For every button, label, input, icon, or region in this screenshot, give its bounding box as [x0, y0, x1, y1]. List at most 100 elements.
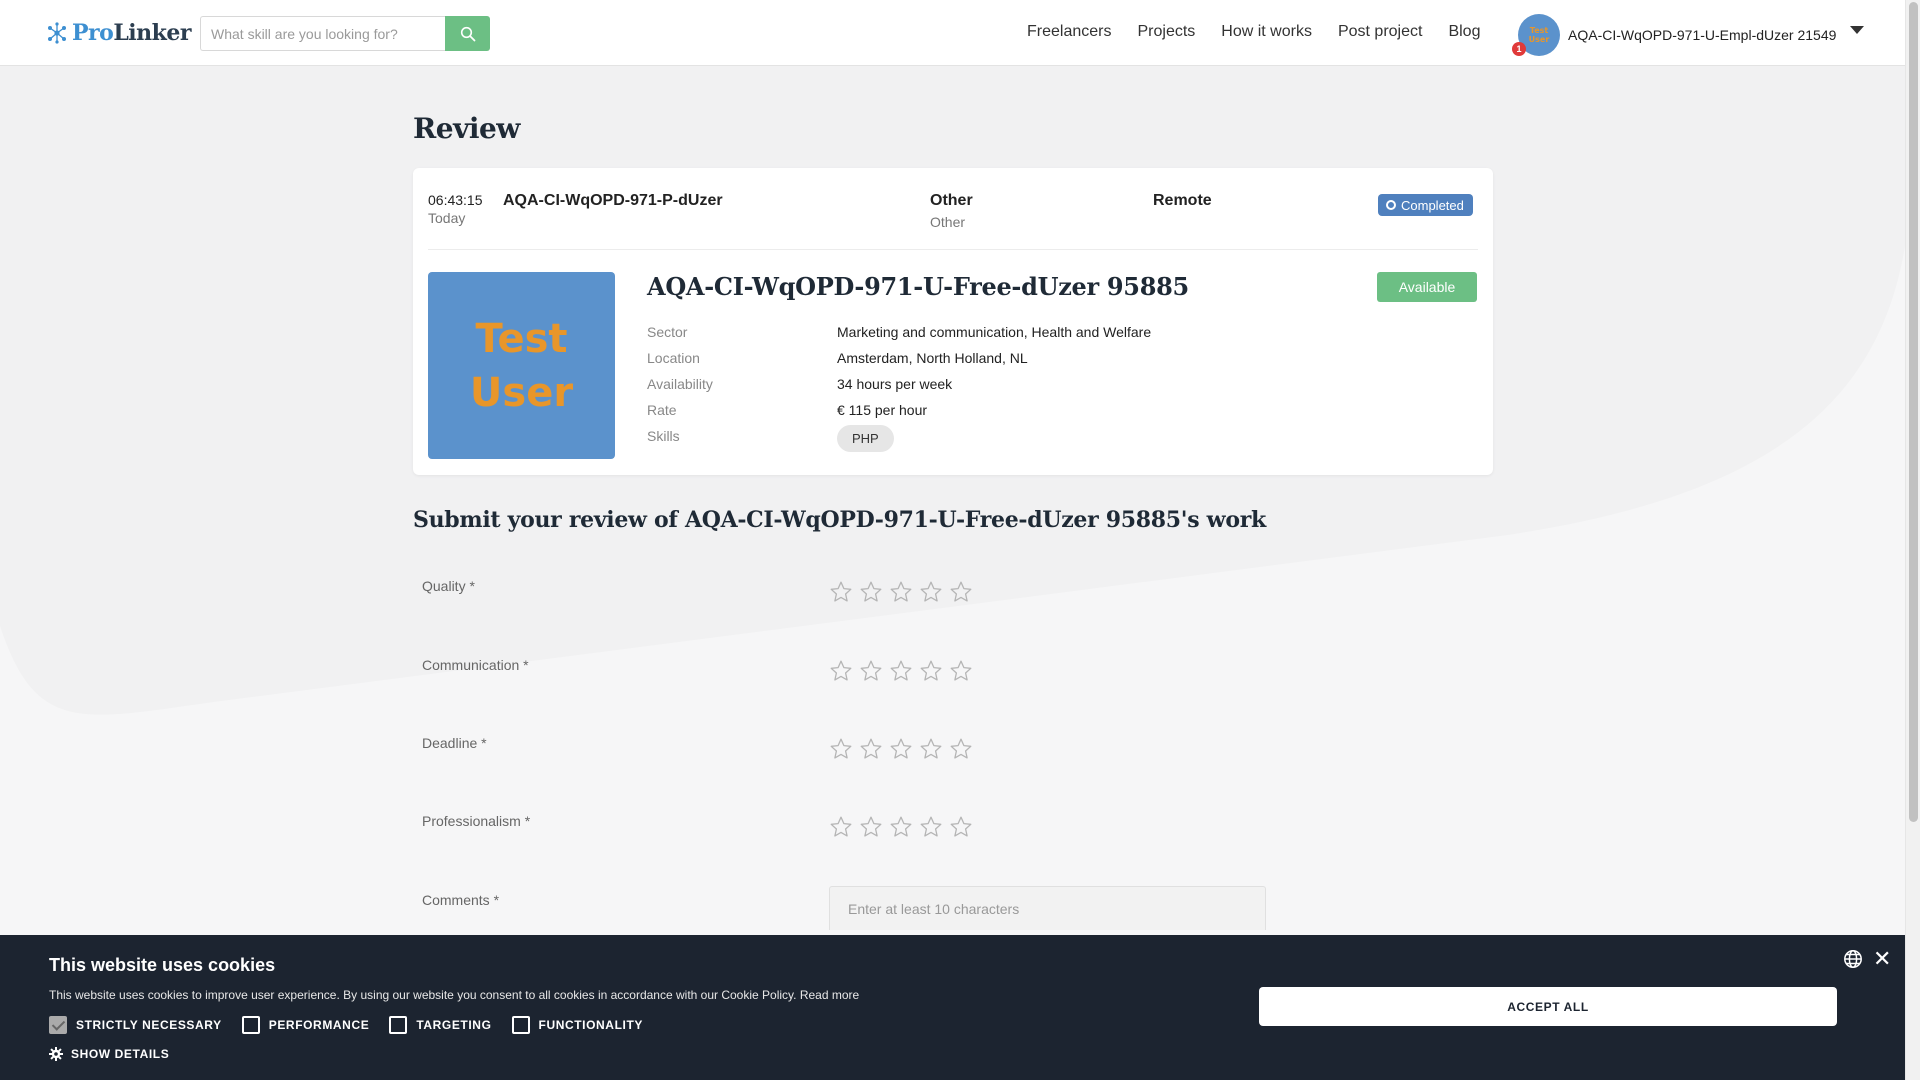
cookie-description: This website uses cookies to improve use…	[49, 988, 797, 1002]
skill-search-input[interactable]	[200, 16, 445, 51]
show-details-label: SHOW DETAILS	[71, 1047, 170, 1061]
skills-list: PHP	[837, 425, 894, 452]
cookie-option-performance[interactable]: PERFORMANCE	[241, 1016, 370, 1034]
star-icon[interactable]	[919, 815, 943, 839]
rating-communication: Communication *	[422, 657, 1322, 687]
avatar-line-1: Test	[475, 315, 568, 362]
star-icon[interactable]	[949, 659, 973, 683]
project-row: 06:43:15 Today AQA-CI-WqOPD-971-P-dUzer …	[428, 192, 1478, 250]
rating-label: Quality *	[422, 578, 475, 594]
star-icon[interactable]	[829, 580, 853, 604]
show-details-toggle[interactable]: SHOW DETAILS	[49, 1047, 169, 1061]
star-icon[interactable]	[859, 815, 883, 839]
checkbox-checked[interactable]	[49, 1016, 67, 1034]
detail-label: Rate	[647, 402, 677, 418]
star-rating[interactable]	[829, 737, 973, 761]
skill-tag: PHP	[837, 425, 894, 452]
star-rating[interactable]	[829, 580, 973, 604]
logo-text-pro: Pro	[72, 20, 114, 46]
comments-row: Comments *	[422, 886, 1322, 930]
star-icon[interactable]	[859, 737, 883, 761]
search-icon	[460, 26, 475, 41]
freelancer-avatar-text: Test User	[470, 312, 573, 420]
cookie-option-targeting[interactable]: TARGETING	[389, 1016, 491, 1034]
project-category: Other	[930, 192, 973, 209]
project-card: 06:43:15 Today AQA-CI-WqOPD-971-P-dUzer …	[413, 168, 1493, 475]
globe-icon[interactable]	[1843, 949, 1863, 969]
nav-how-it-works[interactable]: How it works	[1221, 23, 1312, 41]
freelancer-name[interactable]: AQA-CI-WqOPD-971-U-Free-dUzer 95885	[647, 272, 1189, 301]
user-avatar-text: Test User	[1528, 26, 1550, 44]
detail-value: 34 hours per week	[837, 376, 953, 392]
comments-input[interactable]	[829, 886, 1266, 930]
star-icon[interactable]	[949, 580, 973, 604]
comments-label: Comments *	[422, 892, 500, 908]
star-icon[interactable]	[889, 815, 913, 839]
gear-icon	[49, 1047, 63, 1061]
cookie-option-functionality[interactable]: FUNCTIONALITY	[511, 1016, 643, 1034]
project-day: Today	[428, 210, 466, 226]
cookie-text: This website uses cookies to improve use…	[49, 988, 859, 1002]
rating-label: Professionalism *	[422, 813, 531, 829]
chevron-down-icon[interactable]	[1850, 26, 1865, 34]
star-icon[interactable]	[889, 737, 913, 761]
availability-badge: Available	[1377, 272, 1477, 302]
rating-professionalism: Professionalism *	[422, 813, 1322, 843]
cookie-option-strictly-necessary[interactable]: STRICTLY NECESSARY	[49, 1016, 222, 1034]
project-subcategory: Other	[930, 214, 966, 230]
checkbox[interactable]	[241, 1016, 260, 1034]
main-nav: Freelancers Projects How it works Post p…	[1027, 23, 1506, 41]
cookie-banner: This website uses cookies This website u…	[0, 935, 1905, 1080]
user-name[interactable]: AQA-CI-WqOPD-971-U-Empl-dUzer 21549	[1568, 27, 1836, 43]
freelancer-avatar[interactable]: Test User	[428, 272, 615, 459]
star-icon[interactable]	[889, 659, 913, 683]
star-icon[interactable]	[919, 659, 943, 683]
nav-blog[interactable]: Blog	[1448, 23, 1480, 41]
prolinker-logo[interactable]: ProLinker	[46, 20, 191, 46]
status-badge-label: Completed	[1401, 197, 1464, 213]
user-menu[interactable]: Test User 1 AQA-CI-WqOPD-971-U-Empl-dUze…	[1512, 14, 1865, 56]
cookie-title: This website uses cookies	[49, 955, 276, 975]
user-avatar[interactable]: Test User 1	[1512, 14, 1560, 56]
accept-all-button[interactable]: ACCEPT ALL	[1259, 987, 1837, 1026]
detail-label: Sector	[647, 324, 688, 340]
cookie-option-label: PERFORMANCE	[268, 1018, 370, 1032]
checkbox[interactable]	[511, 1016, 530, 1034]
cookie-option-label: TARGETING	[416, 1018, 492, 1032]
nav-post-project[interactable]: Post project	[1338, 23, 1422, 41]
star-icon[interactable]	[949, 737, 973, 761]
status-badge: Completed	[1378, 194, 1473, 216]
scrollbar-thumb[interactable]	[1909, 2, 1918, 822]
close-icon[interactable]: ✕	[1873, 946, 1891, 972]
star-icon[interactable]	[919, 737, 943, 761]
page-title: Review	[413, 112, 520, 145]
review-title: Submit your review of AQA-CI-WqOPD-971-U…	[413, 507, 1266, 533]
cookie-read-more-link[interactable]: Read more	[800, 988, 859, 1002]
search-button[interactable]	[445, 16, 490, 51]
star-icon[interactable]	[889, 580, 913, 604]
status-circle-icon	[1386, 200, 1396, 210]
star-rating[interactable]	[829, 815, 973, 839]
nav-projects[interactable]: Projects	[1137, 23, 1195, 41]
notification-badge[interactable]: 1	[1512, 42, 1526, 56]
page-scrollbar[interactable]	[1905, 0, 1920, 1080]
star-icon[interactable]	[859, 659, 883, 683]
star-icon[interactable]	[919, 580, 943, 604]
project-name[interactable]: AQA-CI-WqOPD-971-P-dUzer	[503, 192, 723, 210]
nav-freelancers[interactable]: Freelancers	[1027, 23, 1111, 41]
detail-label: Location	[647, 350, 700, 366]
star-rating[interactable]	[829, 659, 973, 683]
detail-value: € 115 per hour	[837, 402, 928, 418]
logo-network-icon	[48, 22, 66, 44]
star-icon[interactable]	[859, 580, 883, 604]
detail-label: Availability	[647, 376, 713, 392]
star-icon[interactable]	[829, 737, 853, 761]
star-icon[interactable]	[829, 659, 853, 683]
cookie-option-label: STRICTLY NECESSARY	[76, 1018, 222, 1032]
top-header: ProLinker Freelancers Projects How it wo…	[0, 0, 1905, 66]
search-bar	[200, 16, 490, 51]
star-icon[interactable]	[829, 815, 853, 839]
star-icon[interactable]	[949, 815, 973, 839]
checkbox[interactable]	[389, 1016, 408, 1034]
main-content: Review 06:43:15 Today AQA-CI-WqOPD-971-P…	[413, 112, 1493, 930]
